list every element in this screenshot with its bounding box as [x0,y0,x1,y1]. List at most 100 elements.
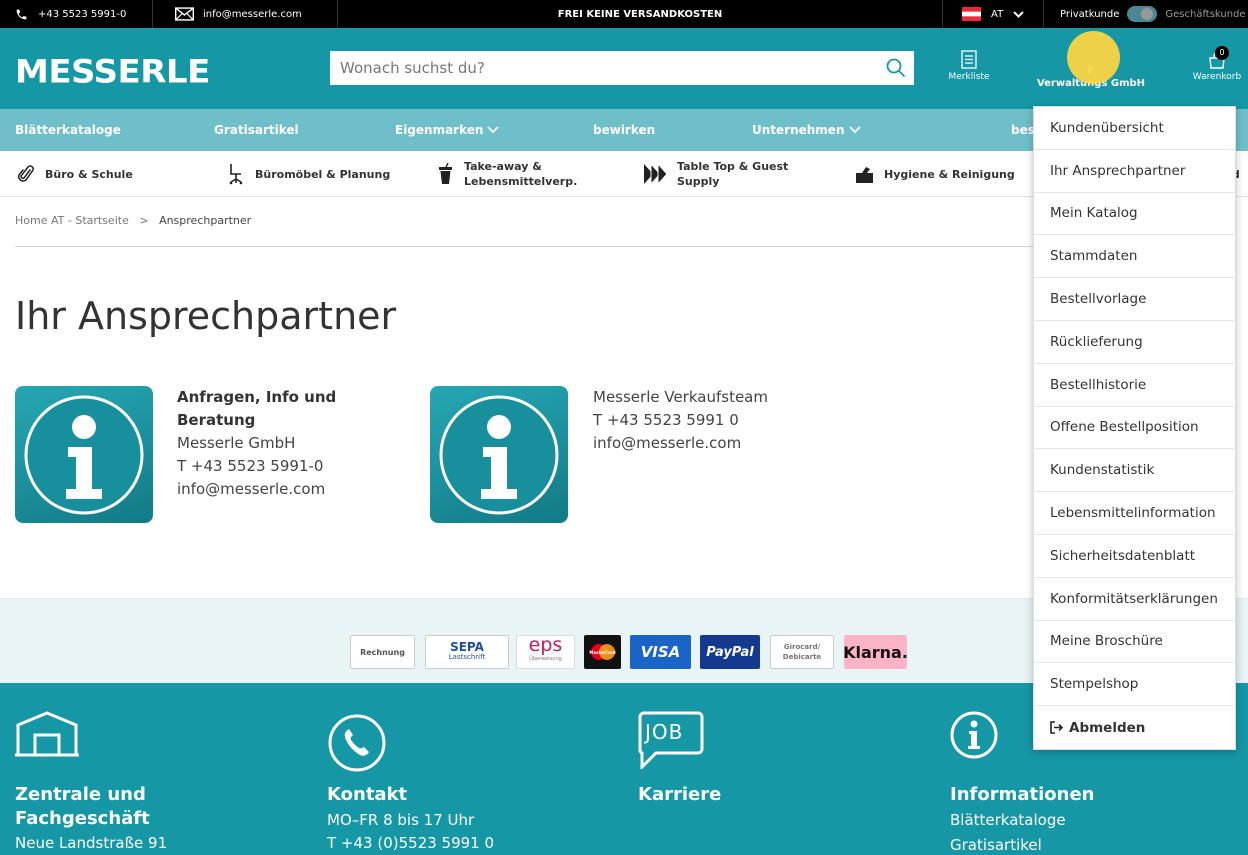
top-email-link[interactable]: info@messerle.com [175,0,302,28]
shipping-promo: FREI KEINE VERSANDKOSTEN [557,8,723,20]
business-customer-label[interactable]: Geschäftskunde [1165,9,1245,20]
contact-card-2: Messerle Verkaufsteam T +43 5523 5991 0 … [593,386,768,455]
top-bar: +43 5523 5991-0 info@messerle.com FREI K… [0,0,1248,28]
info-icon [15,386,153,523]
wishlist-icon [945,50,993,70]
customer-type-toggle[interactable] [1127,6,1158,22]
search-input[interactable] [330,51,878,85]
category-bueromoebel[interactable]: Büromöbel & Planung [228,151,390,197]
footer-phone[interactable]: T +43 (0)5523 5991 0 [327,834,494,852]
info-circle-icon [950,711,998,763]
payment-sepa: SEPA Lastschrift [425,635,509,669]
menu-item-kundenuebersicht[interactable]: Kundenübersicht [1034,107,1235,150]
footer-title-informationen: Informationen [950,784,1095,805]
contact-card-1: Anfragen, Info und Beratung Messerle Gmb… [177,386,336,501]
contact-1-phone[interactable]: T +43 5523 5991-0 [177,455,336,478]
payment-klarna: Klarna. [843,635,908,669]
footer-title-zentrale-2: Fachgeschäft [15,808,150,829]
footer-title-zentrale-1: Zentrale und [15,784,146,805]
menu-item-ruecklieferung[interactable]: Rücklieferung [1034,321,1235,364]
menu-item-abmelden[interactable]: Abmelden [1034,706,1235,749]
logout-label: Abmelden [1069,719,1146,736]
menu-item-mein-katalog[interactable]: Mein Katalog [1034,193,1235,236]
category-buero-schule[interactable]: Büro & Schule [18,151,133,197]
contact-1-title-line2: Beratung [177,411,256,429]
menu-item-stammdaten[interactable]: Stammdaten [1034,235,1235,279]
contact-2-email[interactable]: info@messerle.com [593,432,768,455]
cup-icon [437,163,454,185]
info-icon [430,386,568,523]
nav-item-gratisartikel[interactable]: Gratisartikel [214,109,299,151]
nav-item-partial[interactable]: bes [1011,109,1035,151]
contact-2-phone[interactable]: T +43 5523 5991 0 [593,409,768,432]
messerle-logo[interactable]: MESSERLE [15,53,210,91]
mail-icon [175,7,194,21]
chevron-down-icon [487,126,500,134]
country-selector[interactable]: AT [962,0,1024,28]
wishlist-label: Merkliste [948,72,990,82]
top-phone-link[interactable]: +43 5523 5991-0 [15,0,126,28]
wishlist-link[interactable]: Merkliste [945,50,993,82]
payment-eps: eps Überweisung [516,635,575,669]
payment-girocard: Girocard/ Debicarte [770,635,834,669]
nav-item-unternehmen[interactable]: Unternehmen [752,109,861,151]
payment-paypal: PayPal [700,635,760,669]
footer-hours: MO–FR 8 bis 17 Uhr [327,811,475,829]
nav-item-bewirken[interactable]: bewirken [593,109,655,151]
nav-item-blaetterkataloge[interactable]: Blätterkataloge [15,109,121,151]
private-customer-label[interactable]: Privatkunde [1060,9,1119,20]
building-icon [15,711,79,761]
cart-icon: 0 [1189,46,1245,70]
menu-item-ansprechpartner[interactable]: Ihr Ansprechpartner [1034,150,1235,193]
breadcrumb-separator: > [139,214,149,227]
footer-title-kontakt: Kontakt [327,784,408,805]
footer-link-blaetterkataloge[interactable]: Blätterkataloge [950,811,1066,829]
cart-link[interactable]: 0 Warenkorb [1189,46,1245,82]
top-phone-text: +43 5523 5991-0 [38,8,127,20]
search-bar [330,51,914,85]
menu-item-meine-broschuere[interactable]: Meine Broschüre [1034,621,1235,664]
chevron-down-icon [1013,10,1024,18]
country-code: AT [991,8,1004,20]
phone-icon [15,8,28,21]
cart-count-badge: 0 [1215,46,1229,60]
footer-link-gratisartikel[interactable]: Gratisartikel [950,836,1042,854]
table-top-icon [643,163,667,185]
category-hygiene[interactable]: Hygiene & Reinigung [855,151,1015,197]
menu-item-kundenstatistik[interactable]: Kundenstatistik [1034,449,1235,493]
footer-address: Neue Landstraße 91 [15,834,168,852]
menu-item-lebensmittelinformation[interactable]: Lebensmittelinformation [1034,492,1235,535]
nav-item-eigenmarken[interactable]: Eigenmarken [395,109,500,151]
menu-item-bestellhistorie[interactable]: Bestellhistorie [1034,364,1235,407]
category-take-away[interactable]: Take-away & Lebensmittelverp. [437,151,577,197]
menu-item-stempelshop[interactable]: Stempelshop [1034,663,1235,707]
menu-item-bestellvorlage[interactable]: Bestellvorlage [1034,278,1235,321]
breadcrumb: Home AT - Startseite > Ansprechpartner [15,214,251,227]
account-dropdown-menu: Kundenübersicht Ihr Ansprechpartner Mein… [1033,106,1236,750]
breadcrumb-home[interactable]: Home AT - Startseite [15,214,129,227]
job-icon-text: JOB [645,720,684,744]
office-chair-icon [228,163,245,185]
top-email-text: info@messerle.com [203,8,302,20]
menu-item-sicherheitsdatenblatt[interactable]: Sicherheitsdatenblatt [1034,535,1235,578]
page-title: Ihr Ansprechpartner [15,294,397,338]
breadcrumb-current: Ansprechpartner [159,214,252,227]
category-table-top[interactable]: Table Top & Guest Supply [643,151,788,197]
chevron-down-icon [848,126,861,134]
header: MESSERLE Merkliste F Verwaltungs GmbH 0 … [0,28,1248,109]
contact-1-email[interactable]: info@messerle.com [177,478,336,501]
logout-icon [1050,721,1064,734]
cart-label: Warenkorb [1192,72,1242,82]
job-bubble-icon: JOB [638,711,704,773]
footer-title-karriere: Karriere [638,784,722,805]
search-icon[interactable] [878,51,914,85]
contact-1-company: Messerle GmbH [177,434,296,452]
austria-flag-icon [962,7,981,21]
payment-rechnung: Rechnung [350,635,415,669]
contact-1-title-line1: Anfragen, Info und [177,388,337,406]
payment-visa: VISA [630,635,691,669]
menu-item-offene-bestellposition[interactable]: Offene Bestellposition [1034,407,1235,450]
phone-circle-icon [327,713,387,777]
divider [15,246,1035,247]
menu-item-konformitaetserklaerungen[interactable]: Konformitätserklärungen [1034,578,1235,621]
